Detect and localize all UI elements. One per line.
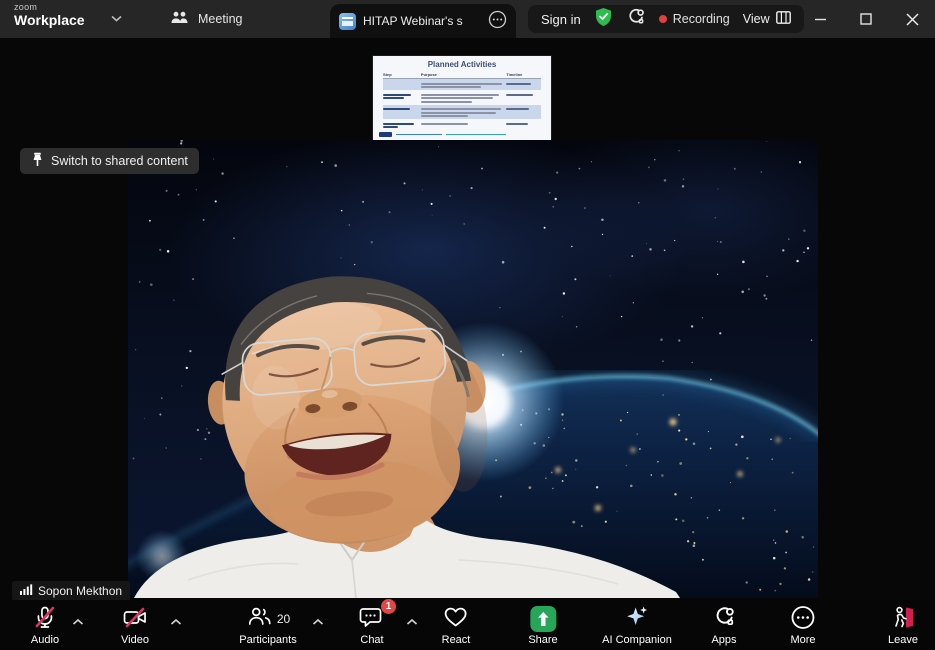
brand-zoom: zoom [14,3,85,12]
sign-in-button[interactable]: Sign in [541,12,581,27]
share-label: Share [528,634,557,646]
slide-table-row [383,90,541,105]
video-options-caret[interactable] [170,614,182,629]
shared-content-thumbnail[interactable]: Planned Activities Step Purpose Timeline [373,56,551,140]
microphone-muted-icon [33,605,57,633]
webinar-app-icon [339,13,356,30]
apps-button[interactable]: Apps [711,605,736,646]
view-button-label: View [743,12,770,26]
ai-companion-label: AI Companion [602,634,672,646]
audio-options-caret[interactable] [72,614,84,629]
people-icon [170,10,189,29]
heart-icon [443,605,469,632]
recording-dot-icon [659,15,667,23]
chat-button[interactable]: 1 Chat [359,605,385,646]
zoom-workplace-window: zoom Workplace Meeting HITAP Webinar's s [0,0,935,650]
camera-off-icon [122,605,148,633]
window-controls [797,0,935,38]
slide-table-header: Step Purpose Timeline [383,72,541,79]
participants-icon [246,605,272,632]
meeting-controls-pill: Sign in Recording View [528,5,804,33]
apps-icon [712,605,736,632]
participant-name: Sopon Mekthon [38,584,122,598]
signal-bars-icon [20,584,33,598]
chat-label: Chat [360,634,383,646]
more-ellipsis-icon [791,605,816,633]
security-shield-icon[interactable] [594,7,613,32]
apps-label: Apps [711,634,736,646]
tab-more-options-icon[interactable] [488,10,507,32]
webinar-tab-label: HITAP Webinar's s [363,14,481,28]
recording-indicator: Recording [659,12,730,26]
meeting-toolbar: Audio Video [0,600,935,650]
view-button[interactable]: View [743,11,791,27]
slide-table-row [383,79,541,90]
window-titlebar: zoom Workplace Meeting HITAP Webinar's s [0,0,935,38]
meeting-stage: Planned Activities Step Purpose Timeline [0,38,935,600]
more-label: More [790,634,815,646]
chat-unread-badge: 1 [381,599,396,614]
switch-to-shared-content-button[interactable]: Switch to shared content [20,148,199,174]
pin-icon [31,152,44,170]
participants-label: Participants [239,634,296,646]
close-button[interactable] [889,0,935,38]
speaker-video-tile [128,140,818,598]
slide-footer-line [446,134,506,136]
leave-door-icon [890,605,916,633]
slide-logo-chip [379,132,392,137]
zoom-workplace-menu[interactable]: zoom Workplace [14,3,122,27]
participants-button[interactable]: 20 Participants [239,605,296,646]
video-button[interactable]: Video [121,605,149,646]
audio-label: Audio [31,634,59,646]
slide-footer [379,132,506,137]
meeting-tab-label: Meeting [198,12,242,26]
maximize-button[interactable] [843,0,889,38]
leave-button[interactable]: Leave [888,605,918,646]
video-label: Video [121,634,149,646]
recording-label: Recording [673,12,730,26]
slide-title: Planned Activities [373,56,551,69]
speaker-video [128,140,818,598]
chat-options-caret[interactable] [406,614,418,629]
participant-name-label: Sopon Mekthon [12,581,130,601]
col-timeline: Timeline [506,72,541,77]
audio-button[interactable]: Audio [31,605,59,646]
ai-companion-button[interactable]: AI Companion [602,605,672,646]
minimize-button[interactable] [797,0,843,38]
participants-options-caret[interactable] [312,614,324,629]
tab-meeting[interactable]: Meeting [160,0,252,38]
slide-table-row [383,105,541,120]
brand-workplace: Workplace [14,13,85,27]
react-label: React [442,634,471,646]
slide-table: Step Purpose Timeline [383,72,541,130]
switch-button-label: Switch to shared content [51,154,188,168]
ai-sparkle-icon [624,604,650,633]
share-button[interactable]: Share [528,605,557,646]
col-purpose: Purpose [421,72,506,77]
chevron-down-icon [111,9,122,27]
tab-webinar-share[interactable]: HITAP Webinar's s [330,4,516,38]
col-step: Step [383,72,421,77]
react-button[interactable]: React [442,605,471,646]
slide-table-row [383,119,541,130]
brand-wordmark: zoom Workplace [14,3,85,27]
layout-grid-icon [776,11,791,27]
apps-icon[interactable] [626,7,646,32]
participants-count: 20 [277,612,290,626]
share-screen-icon [530,606,556,632]
more-button[interactable]: More [790,605,815,646]
leave-label: Leave [888,634,918,646]
chat-icon: 1 [359,605,385,632]
slide-footer-line [396,134,442,136]
